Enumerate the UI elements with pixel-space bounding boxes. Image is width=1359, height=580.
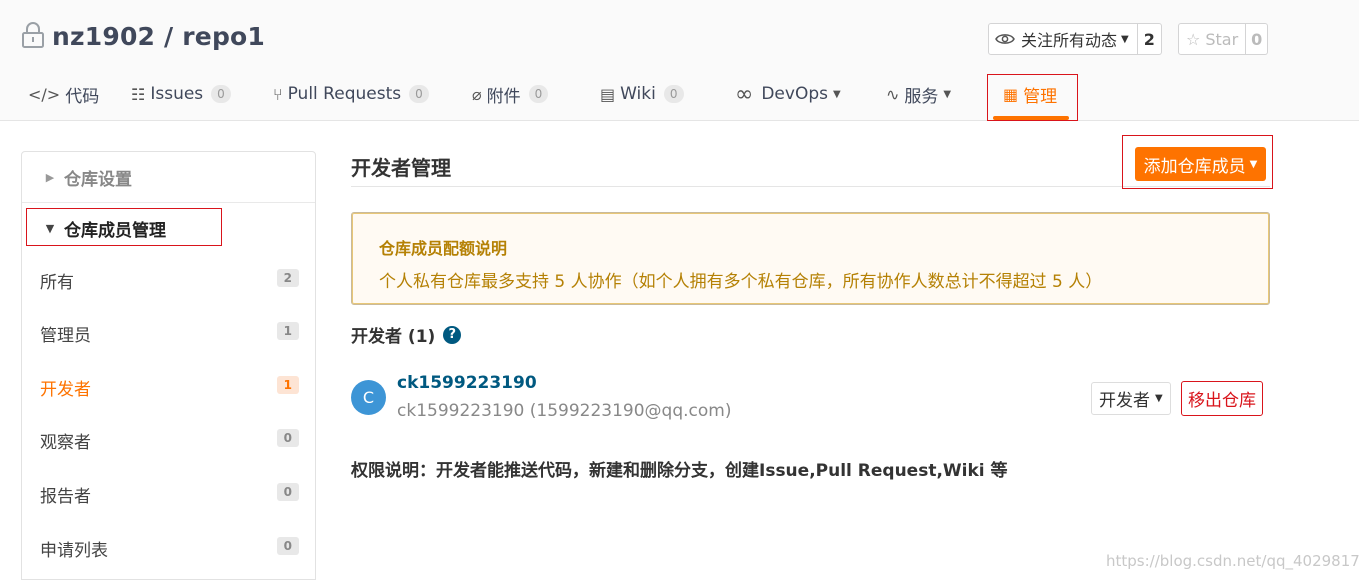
pull-request-icon: ⑂ [273,84,283,104]
tab-issues[interactable]: ☷ Issues 0 [131,74,231,114]
quota-notice: 仓库成员配额说明 个人私有仓库最多支持 5 人协作（如个人拥有多个私有仓库，所有… [351,212,1270,305]
tab-count-badge: 0 [409,85,429,103]
sidebar-section-settings[interactable]: ▶ 仓库设置 [22,152,315,203]
tab-pull-requests[interactable]: ⑂ Pull Requests 0 [273,74,429,114]
sidebar-item-developers[interactable]: 开发者 1 [22,361,315,414]
watch-count[interactable]: 2 [1137,23,1162,55]
role-label: 开发者 [1099,391,1150,411]
count-badge: 0 [276,483,299,501]
developer-heading: 开发者 (1) ? [351,322,462,347]
code-icon: </> [28,84,61,104]
caret-down-icon: ▼ [45,222,55,235]
lock-icon [22,22,44,48]
developer-heading-label: 开发者 (1) [351,327,436,347]
tab-count-badge: 0 [528,85,549,103]
infinity-icon: ∞ [735,81,754,107]
count-badge: 2 [276,269,299,287]
tab-wiki[interactable]: ▤ Wiki 0 [600,74,684,114]
repo-title[interactable]: nz1902 / repo1 [52,22,265,51]
watermark: https://blog.csdn.net/qq_40298175 [1106,552,1359,570]
tab-manage[interactable]: ▦ 管理 [1003,74,1057,114]
sidebar-item-label: 开发者 [40,380,91,400]
tab-attachments[interactable]: ⌀ 附件 0 [472,74,549,114]
document-icon: ▦ [1003,84,1019,104]
star-button[interactable]: ☆ Star [1178,23,1247,55]
permission-note: 权限说明：开发者能推送代码，新建和删除分支，创建Issue,Pull Reque… [351,461,1008,481]
tab-label: DevOps [761,84,828,104]
sidebar-item-label: 报告者 [40,487,91,507]
repo-header: nz1902 / repo1 关注所有动态 ▼ 2 ☆ Star 0 </> 代… [0,0,1359,121]
page-title: 开发者管理 [351,156,451,180]
watch-button[interactable]: 关注所有动态 ▼ [988,23,1138,55]
count-badge: 1 [276,322,299,340]
add-member-button[interactable]: 添加仓库成员 ▼ [1135,147,1266,181]
eye-icon [995,34,1015,44]
count-badge: 0 [276,537,299,555]
sidebar-item-label: 所有 [40,273,74,293]
remove-member-button[interactable]: 移出仓库 [1181,381,1263,416]
notice-title: 仓库成员配额说明 [379,239,508,258]
issues-icon: ☷ [131,84,146,104]
tab-label: Pull Requests [287,84,402,104]
chevron-down-icon: ▼ [943,88,952,100]
sidebar: ▶ 仓库设置 ▼ 仓库成员管理 所有 2 管理员 1 开发者 1 观察者 0 报… [21,151,316,580]
chevron-down-icon: ▼ [832,88,841,100]
watch-label: 关注所有动态 [1021,31,1118,50]
caret-right-icon: ▶ [45,170,55,184]
sidebar-section-label: 仓库设置 [64,169,132,190]
avatar[interactable]: C [351,380,386,415]
tab-label: 代码 [65,86,100,107]
tab-label: 附件 [486,86,521,107]
sidebar-item-all[interactable]: 所有 2 [22,254,315,307]
sidebar-item-observers[interactable]: 观察者 0 [22,414,315,467]
sidebar-item-label: 管理员 [40,326,91,346]
tab-label: Issues [150,84,204,104]
book-icon: ▤ [600,84,616,104]
sidebar-item-label: 观察者 [40,433,91,453]
tab-count-badge: 0 [211,85,231,103]
watch-button-group[interactable]: 关注所有动态 ▼ 2 [988,23,1162,55]
member-detail: ck1599223190 (1599223190@qq.com) [397,401,732,421]
sidebar-section-members[interactable]: ▼ 仓库成员管理 [22,203,315,254]
tab-devops[interactable]: ∞ DevOps ▼ [735,74,841,114]
paperclip-icon: ⌀ [472,84,482,104]
star-button-group[interactable]: ☆ Star 0 [1178,23,1269,55]
star-count[interactable]: 0 [1246,23,1269,55]
sidebar-section-label: 仓库成员管理 [64,221,166,241]
count-badge: 0 [276,429,299,447]
tab-code[interactable]: </> 代码 [28,74,99,114]
tab-count-badge: 0 [663,85,684,103]
sidebar-item-requests[interactable]: 申请列表 0 [22,522,315,575]
star-label: Star [1205,29,1239,49]
chevron-down-icon: ▼ [1155,393,1163,404]
role-dropdown[interactable]: 开发者 ▼ [1091,382,1171,415]
active-tab-underline [993,116,1069,120]
divider [351,186,1270,187]
chevron-down-icon: ▼ [1121,33,1129,45]
tab-label: 管理 [1023,86,1058,107]
add-member-label: 添加仓库成员 [1143,156,1246,177]
pulse-icon: ∿ [886,84,900,104]
sidebar-item-label: 申请列表 [40,541,108,561]
tab-label: Wiki [620,84,656,104]
sidebar-item-reporters[interactable]: 报告者 0 [22,468,315,521]
help-icon[interactable]: ? [443,325,462,344]
count-badge: 1 [276,376,299,394]
sidebar-item-admins[interactable]: 管理员 1 [22,307,315,360]
star-icon: ☆ [1186,29,1201,49]
tab-services[interactable]: ∿ 服务 ▼ [886,74,951,114]
notice-text: 个人私有仓库最多支持 5 人协作（如个人拥有多个私有仓库，所有协作人数总计不得超… [379,272,1103,292]
chevron-down-icon: ▼ [1249,158,1258,170]
repo-tabs: </> 代码 ☷ Issues 0 ⑂ Pull Requests 0 ⌀ 附件… [0,74,1359,120]
member-name-link[interactable]: ck1599223190 [397,373,537,393]
tab-label: 服务 [904,86,939,107]
